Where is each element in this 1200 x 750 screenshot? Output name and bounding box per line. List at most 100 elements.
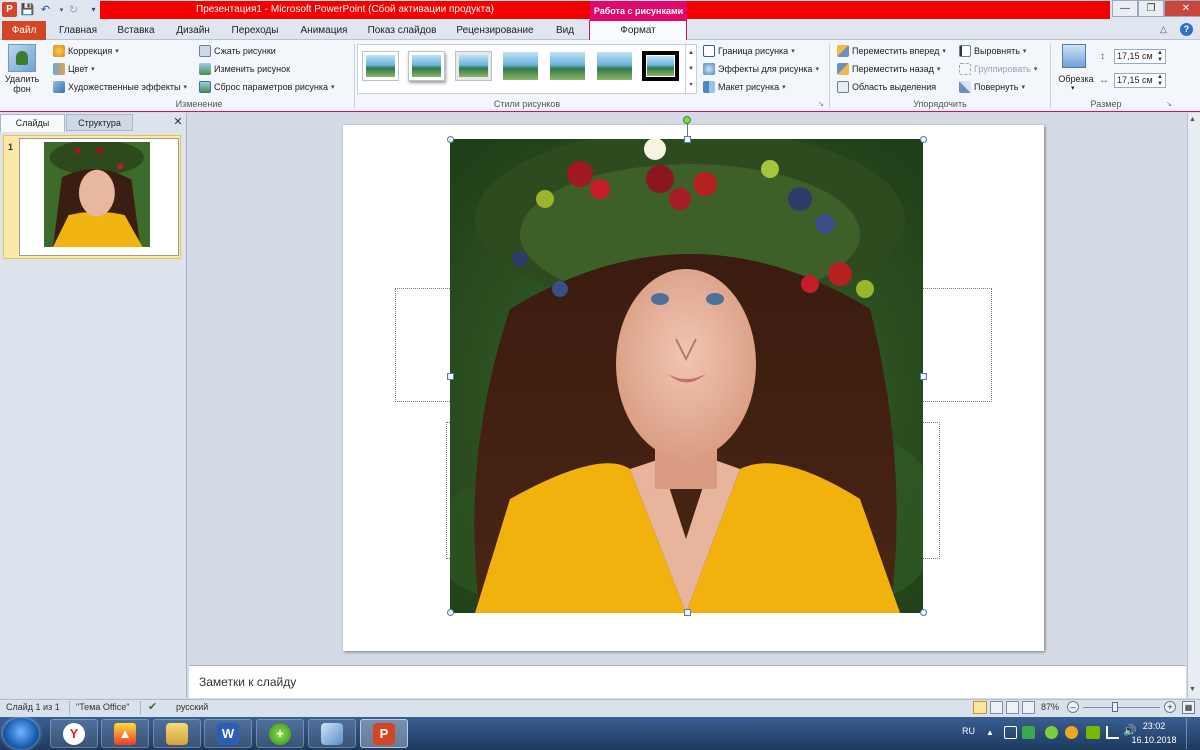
save-icon[interactable]: 💾: [20, 2, 35, 17]
height-spinner-icon[interactable]: ▲ ▼: [1157, 50, 1163, 64]
undo-icon[interactable]: ↶: [38, 2, 53, 17]
size-dialog-launcher-icon[interactable]: ↘: [1166, 100, 1172, 108]
color-button[interactable]: Цвет ▾: [53, 61, 95, 77]
close-pane-icon[interactable]: ✕: [172, 115, 184, 129]
zoom-out-icon[interactable]: –: [1067, 701, 1079, 713]
crop-button[interactable]: Обрезка: [1054, 74, 1098, 84]
zoom-level[interactable]: 87%: [1041, 702, 1059, 712]
tab-file[interactable]: Файл: [2, 21, 46, 40]
language-indicator[interactable]: русский: [176, 702, 208, 712]
normal-view-icon[interactable]: [973, 701, 987, 714]
tab-design[interactable]: Дизайн: [168, 21, 218, 40]
bring-forward-button[interactable]: Переместить вперед ▾: [837, 43, 946, 59]
utorrent-tray-icon[interactable]: [1022, 726, 1035, 739]
selection-pane-button[interactable]: Область выделения: [837, 79, 936, 95]
change-picture-button[interactable]: Изменить рисунок: [199, 61, 290, 77]
tab-slides[interactable]: Слайды: [0, 114, 65, 132]
slide-sorter-view-icon[interactable]: [990, 701, 1003, 714]
fit-to-window-icon[interactable]: ▦: [1182, 701, 1195, 714]
scroll-down-icon[interactable]: ▼: [1189, 686, 1196, 693]
picture-border-button[interactable]: Граница рисунка ▾: [703, 43, 795, 59]
resize-handle-bottom-left[interactable]: [447, 609, 454, 616]
keyboard-language[interactable]: RU: [962, 726, 975, 736]
width-field[interactable]: 17,15 см ▲ ▼: [1114, 73, 1166, 88]
tab-home[interactable]: Главная: [52, 21, 104, 40]
yandex-disk-icon[interactable]: ▲: [101, 719, 149, 748]
minimize-button[interactable]: —: [1112, 0, 1138, 17]
network-tray-icon[interactable]: [1106, 726, 1119, 739]
resize-handle-top[interactable]: [684, 136, 691, 143]
picture-style-thick-matte[interactable]: [455, 51, 492, 81]
spellcheck-icon[interactable]: ✔: [148, 700, 157, 713]
restore-button[interactable]: ❐: [1138, 0, 1164, 17]
vertical-scrollbar[interactable]: [1187, 113, 1200, 698]
correction-button[interactable]: Коррекция ▾: [53, 43, 119, 59]
slide-show-view-icon[interactable]: [1022, 701, 1035, 714]
notes-field[interactable]: Заметки к слайду: [189, 665, 1186, 698]
zoom-slider-thumb[interactable]: [1112, 702, 1118, 712]
send-backward-button[interactable]: Переместить назад ▾: [837, 61, 940, 77]
resize-handle-bottom-right[interactable]: [920, 609, 927, 616]
clock-time[interactable]: 23:02: [1134, 721, 1174, 731]
monitor-tray-icon[interactable]: [1004, 726, 1017, 739]
start-button[interactable]: [3, 718, 39, 749]
align-button[interactable]: Выровнять ▾: [959, 43, 1026, 59]
remove-background-button[interactable]: Удалить фон: [0, 74, 44, 94]
gallery-scroll[interactable]: ▲ ▼ ▾: [685, 45, 696, 93]
help-icon[interactable]: ?: [1180, 23, 1193, 36]
crop-dropdown-icon[interactable]: ▾: [1071, 84, 1075, 92]
tab-review[interactable]: Рецензирование: [448, 21, 542, 40]
selected-picture[interactable]: [450, 139, 923, 613]
download-tray-icon[interactable]: [1045, 726, 1058, 739]
minimize-ribbon-icon[interactable]: △: [1160, 24, 1174, 36]
reading-view-icon[interactable]: [1006, 701, 1019, 714]
group-button[interactable]: Группировать ▾: [959, 61, 1037, 77]
remove-background-icon[interactable]: [8, 44, 36, 72]
reset-picture-button[interactable]: Сброс параметров рисунка ▾: [199, 79, 335, 95]
picture-style-black-frame[interactable]: [642, 51, 679, 81]
picture-style-soft-edge[interactable]: [502, 51, 539, 81]
compress-pictures-button[interactable]: Сжать рисунки: [199, 43, 276, 59]
height-field[interactable]: 17,15 см ▲ ▼: [1114, 49, 1166, 64]
customize-quick-access-icon[interactable]: ▾: [86, 2, 101, 17]
resize-handle-top-left[interactable]: [447, 136, 454, 143]
zoom-slider-track[interactable]: [1083, 707, 1160, 708]
picture-style-rounded[interactable]: [596, 51, 633, 81]
crop-icon[interactable]: [1062, 44, 1086, 68]
resize-handle-right[interactable]: [920, 373, 927, 380]
rotation-handle[interactable]: [683, 116, 691, 124]
picture-style-soft-shadow[interactable]: [408, 51, 445, 81]
yandex-browser-icon[interactable]: Y: [50, 719, 98, 748]
resize-handle-bottom[interactable]: [684, 609, 691, 616]
app-tray-icon[interactable]: [1065, 726, 1078, 739]
artistic-effects-button[interactable]: Художественные эффекты ▾: [53, 79, 187, 95]
resize-handle-top-right[interactable]: [920, 136, 927, 143]
powerpoint-app-icon[interactable]: P: [2, 2, 17, 17]
picture-effects-button[interactable]: Эффекты для рисунка ▾: [703, 61, 819, 77]
redo-icon[interactable]: ↻: [66, 2, 81, 17]
scroll-up-icon[interactable]: ▲: [1189, 116, 1196, 123]
tab-transitions[interactable]: Переходы: [224, 21, 286, 40]
tab-insert[interactable]: Вставка: [110, 21, 162, 40]
picture-style-simple-frame[interactable]: [362, 51, 399, 81]
show-desktop-button[interactable]: [1186, 718, 1199, 749]
tab-animation[interactable]: Анимация: [292, 21, 356, 40]
resize-handle-left[interactable]: [447, 373, 454, 380]
rotate-button[interactable]: Повернуть ▾: [959, 79, 1025, 95]
download-manager-icon[interactable]: +: [256, 719, 304, 748]
zoom-in-icon[interactable]: +: [1164, 701, 1176, 713]
theme-name[interactable]: "Тема Office": [76, 702, 129, 712]
file-explorer-icon[interactable]: [153, 719, 201, 748]
nvidia-tray-icon[interactable]: [1086, 726, 1100, 739]
word-icon[interactable]: W: [204, 719, 252, 748]
width-spinner-icon[interactable]: ▲ ▼: [1157, 74, 1163, 88]
tab-slide-show[interactable]: Показ слайдов: [362, 21, 442, 40]
show-hidden-icons-icon[interactable]: ▲: [986, 728, 994, 737]
notebook-app-icon[interactable]: [308, 719, 356, 748]
clock-date[interactable]: 16.10.2018: [1130, 735, 1178, 745]
close-button[interactable]: ✕: [1164, 0, 1200, 17]
powerpoint-taskbar-icon[interactable]: P: [360, 719, 408, 748]
tab-outline[interactable]: Структура: [66, 114, 133, 131]
picture-styles-dialog-launcher-icon[interactable]: ↘: [818, 100, 824, 108]
picture-style-reflected[interactable]: [549, 51, 586, 81]
